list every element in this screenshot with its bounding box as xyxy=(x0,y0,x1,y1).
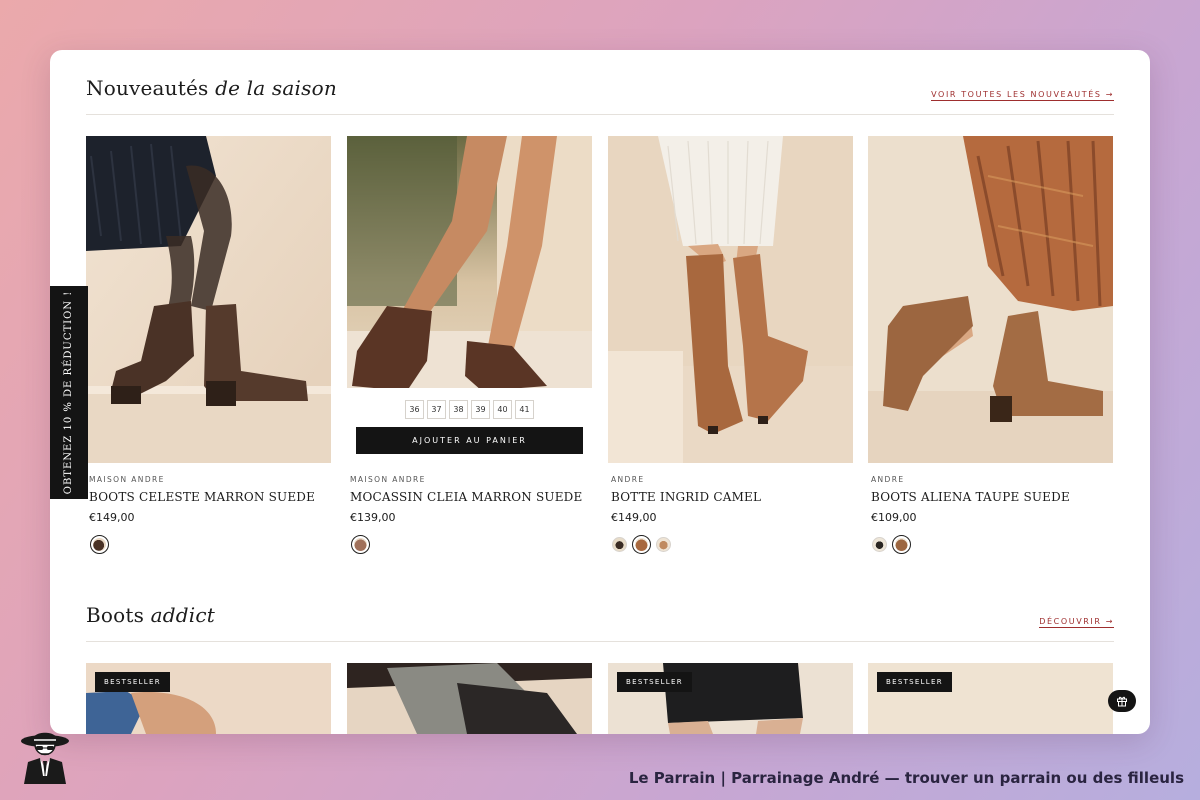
parrain-logo-icon xyxy=(18,728,72,784)
product-price: €139,00 xyxy=(350,511,396,524)
discount-side-tab[interactable]: OBTENEZ 10 % DE RÉDUCTION ! xyxy=(50,286,88,499)
add-to-cart-button[interactable]: AJOUTER AU PANIER xyxy=(356,427,583,454)
swatch-brown[interactable] xyxy=(90,535,109,554)
size-option[interactable]: 37 xyxy=(427,400,446,419)
product-image[interactable] xyxy=(347,663,592,734)
section-header-new: Nouveautés de la saison VOIR TOUTES LES … xyxy=(86,76,1114,115)
section-title-new: Nouveautés de la saison xyxy=(86,76,337,100)
gift-icon[interactable] xyxy=(1108,690,1136,712)
product-brand: ANDRE xyxy=(611,475,645,484)
swatch-cognac[interactable] xyxy=(656,537,671,552)
size-option[interactable]: 36 xyxy=(405,400,424,419)
product-image[interactable]: BESTSELLER xyxy=(868,663,1113,734)
discount-label: OBTENEZ 10 % DE RÉDUCTION ! xyxy=(63,290,75,495)
section-title-boots: Boots addict xyxy=(86,603,215,627)
swatch-camel[interactable] xyxy=(632,535,651,554)
color-swatches xyxy=(608,535,853,554)
see-all-new-link[interactable]: VOIR TOUTES LES NOUVEAUTÉS → xyxy=(931,90,1114,101)
product-card[interactable]: ANDRE BOOTS ALIENA TAUPE SUEDE €109,00 xyxy=(868,136,1113,554)
product-name[interactable]: MOCASSIN CLEIA MARRON SUEDE xyxy=(347,490,592,504)
product-brand: ANDRE xyxy=(871,475,905,484)
size-option[interactable]: 41 xyxy=(515,400,534,419)
size-option[interactable]: 39 xyxy=(471,400,490,419)
swatch-black[interactable] xyxy=(872,537,887,552)
title-italic: addict xyxy=(150,603,216,627)
product-price: €149,00 xyxy=(89,511,135,524)
product-image[interactable] xyxy=(86,136,331,463)
bestseller-badge: BESTSELLER xyxy=(95,672,170,692)
product-image[interactable]: 36 37 38 39 40 41 AJOUTER AU PANIER xyxy=(347,136,592,463)
product-name[interactable]: BOTTE INGRID CAMEL xyxy=(608,490,853,504)
product-image[interactable]: BESTSELLER xyxy=(608,663,853,734)
color-swatches xyxy=(86,535,331,554)
size-option[interactable]: 38 xyxy=(449,400,468,419)
color-swatches xyxy=(868,535,1113,554)
color-swatches xyxy=(347,535,592,554)
product-image[interactable] xyxy=(608,136,853,463)
product-card[interactable]: 36 37 38 39 40 41 AJOUTER AU PANIER MAIS… xyxy=(347,136,592,554)
main-card: Nouveautés de la saison VOIR TOUTES LES … xyxy=(50,50,1150,734)
product-price: €149,00 xyxy=(611,511,657,524)
bestseller-badge: BESTSELLER xyxy=(617,672,692,692)
swatch-brown[interactable] xyxy=(351,535,370,554)
product-brand: MAISON ANDRE xyxy=(350,475,426,484)
title-plain: Boots xyxy=(86,603,145,627)
quick-add-panel: 36 37 38 39 40 41 AJOUTER AU PANIER xyxy=(347,388,592,463)
product-card[interactable]: MAISON ANDRE BOOTS CELESTE MARRON SUEDE … xyxy=(86,136,331,554)
size-option[interactable]: 40 xyxy=(493,400,512,419)
product-name[interactable]: BOOTS CELESTE MARRON SUEDE xyxy=(86,490,331,504)
size-selector: 36 37 38 39 40 41 xyxy=(347,400,592,419)
product-brand: MAISON ANDRE xyxy=(89,475,165,484)
section-header-boots: Boots addict DÉCOUVRIR → xyxy=(86,603,1114,642)
product-name[interactable]: BOOTS ALIENA TAUPE SUEDE xyxy=(868,490,1113,504)
title-plain: Nouveautés xyxy=(86,76,209,100)
product-price: €109,00 xyxy=(871,511,917,524)
product-card[interactable]: ANDRE BOTTE INGRID CAMEL €149,00 xyxy=(608,136,853,554)
discover-boots-link[interactable]: DÉCOUVRIR → xyxy=(1039,617,1114,628)
bestseller-badge: BESTSELLER xyxy=(877,672,952,692)
swatch-black[interactable] xyxy=(612,537,627,552)
product-image[interactable] xyxy=(868,136,1113,463)
footer-caption: Le Parrain | Parrainage André — trouver … xyxy=(628,769,1184,787)
swatch-taupe[interactable] xyxy=(892,535,911,554)
product-image[interactable]: BESTSELLER xyxy=(86,663,331,734)
title-italic: de la saison xyxy=(215,76,337,100)
